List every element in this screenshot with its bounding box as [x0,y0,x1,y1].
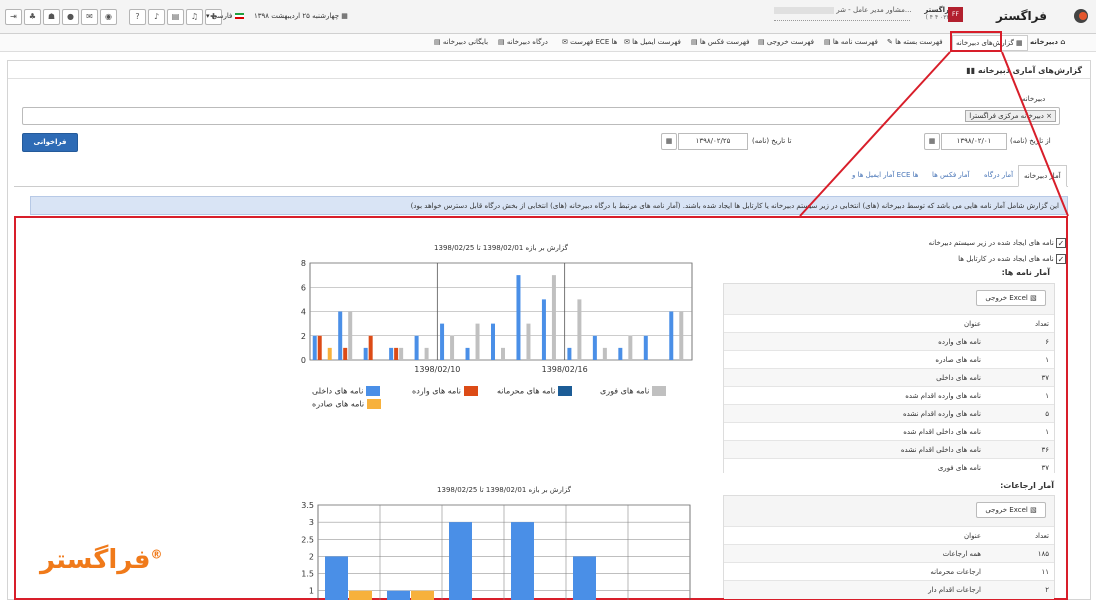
table-header: عنوان تعداد [724,526,1054,545]
bar-urgent [526,323,531,360]
y-tick-label: 1 [309,587,314,596]
referrals-stats-table: عنوان تعداد همه ارجاعات ۱۸۵ ارجاعات محرما… [724,526,1054,599]
bar-urgent [551,275,556,360]
excel-export-button[interactable]: خروجی Excel ▧ [976,290,1046,306]
y-tick-label: 3.5 [301,501,314,510]
bar-urgent [424,347,429,360]
bar-internal [511,522,534,600]
column-header: تعداد [986,526,1054,545]
excel-export-button[interactable]: خروجی Excel ▧ [976,502,1046,518]
letters-stats-title: آمار نامه ها: [1001,268,1050,277]
column-header: تعداد [986,314,1054,333]
legend-item-outgoing[interactable]: نامه های صادره [312,399,381,409]
check-icon[interactable]: ✓ [1056,254,1066,264]
table-row: نامه های داخلی ۳۷ [724,368,1054,387]
table-row: نامه های فوری ۳۷ [724,458,1054,477]
y-tick-label: 4 [301,308,306,317]
table-row: همه ارجاعات ۱۸۵ [724,544,1054,563]
bar-incoming [343,347,348,360]
table-row: نامه های وارده ۶ [724,332,1054,351]
filter-cartable[interactable]: ✓ نامه های ایجاد شده در کارتابل ها [958,254,1066,264]
bar-internal [363,347,368,360]
bar-internal [325,556,348,600]
bar-urgent [679,311,684,360]
bar-internal [573,556,596,600]
bar-internal [389,347,394,360]
bar-urgent [450,335,455,360]
bar-internal [387,590,410,600]
legend-item-internal[interactable]: نامه های داخلی [312,386,380,396]
y-tick-label: 0 [301,356,306,365]
bar-internal [541,299,546,360]
bar-internal [516,275,521,360]
bar-outgoing [411,590,434,600]
referrals-stats-title: آمار ارجاعات: [1000,481,1054,490]
bar-urgent [602,347,607,360]
bar-internal [312,335,317,360]
bar-internal [618,347,623,360]
legend-swatch [463,386,478,396]
table-row: ارجاعات اقدام دار ۲ [724,580,1054,599]
x-tick-label: 1398/02/10 [414,365,460,374]
bar-outgoing [327,347,332,360]
bar-incoming [394,347,399,360]
y-tick-label: 2 [309,552,314,561]
bar-internal [465,347,470,360]
y-tick-label: 6 [301,283,306,292]
y-tick-label: 1.5 [301,570,314,579]
check-icon[interactable]: ✓ [1056,238,1066,248]
chart-title: گزارش بر بازه 1398/02/01 تا 1398/02/25 [437,485,572,494]
table-row: نامه های وارده اقدام نشده ۵ [724,404,1054,423]
watermark-logo: فراگستر® [40,545,163,575]
referrals-stats-box: خروجی Excel ▧ عنوان تعداد همه ارجاعات ۱۸۵… [723,495,1055,599]
bar-incoming [317,335,322,360]
table-row: نامه های صادره ۱ [724,350,1054,369]
y-tick-label: 3 [309,518,314,527]
column-header: عنوان [724,314,986,333]
legend-swatch [651,386,666,396]
bar-internal [643,335,648,360]
bar-internal [592,335,597,360]
letters-stats-table: عنوان تعداد نامه های وارده ۶ نامه های صاد… [724,314,1054,477]
bar-internal [491,323,495,360]
legend-item-confidential[interactable]: نامه های محرمانه [497,386,572,396]
bar-incoming [368,335,373,360]
y-tick-label: 8 [301,259,306,268]
bar-internal [338,311,343,360]
referrals-chart: گزارش بر بازه 1398/02/01 تا 1398/02/250.… [301,485,691,600]
column-header: عنوان [724,526,986,545]
bar-internal [440,323,445,360]
table-header: عنوان تعداد [724,314,1054,333]
bar-urgent [399,347,404,360]
bar-urgent [501,347,505,360]
y-tick-label: 2 [301,332,306,341]
bar-internal [567,347,572,360]
bar-urgent [348,311,353,360]
table-row: نامه های داخلی اقدام شده ۱ [724,422,1054,441]
letters-stats-box: خروجی Excel ▧ عنوان تعداد نامه های وارده… [723,283,1055,477]
table-row: نامه های داخلی اقدام نشده ۳۶ [724,440,1054,459]
legend-item-incoming[interactable]: نامه های وارده [412,386,478,396]
table-row: ارجاعات محرمانه ۱۱ [724,562,1054,581]
legend-swatch [557,386,572,396]
filter-subsystem[interactable]: ✓ نامه های ایجاد شده در زیر سیستم دبیرخا… [929,238,1066,248]
legend-item-urgent[interactable]: نامه های فوری [600,386,666,396]
bar-internal [449,522,472,600]
bar-outgoing [349,590,372,600]
x-tick-label: 1398/02/16 [542,365,588,374]
bar-internal [669,311,674,360]
chart-legend: نامه های داخلی نامه های وارده نامه های م… [312,386,692,416]
legend-swatch [366,399,381,409]
y-tick-label: 2.5 [301,535,314,544]
bar-internal [414,335,419,360]
excel-icon: ▧ [1030,506,1037,514]
table-row: نامه های وارده اقدام شده ۱ [724,386,1054,405]
excel-icon: ▧ [1030,294,1037,302]
legend-swatch [365,386,380,396]
bar-urgent [628,335,633,360]
bar-urgent [577,299,582,360]
bar-urgent [475,323,480,360]
chart-title: گزارش بر بازه 1398/02/01 تا 1398/02/25 [434,243,569,252]
